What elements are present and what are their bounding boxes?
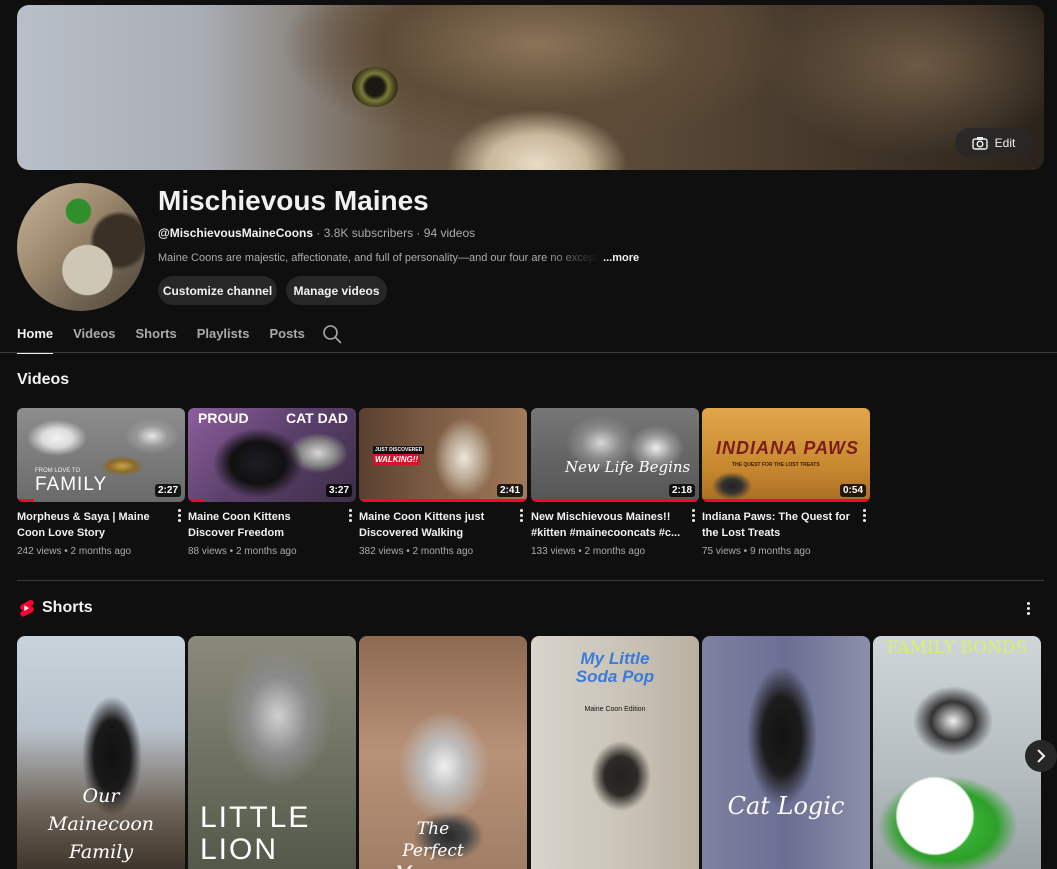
more-options-icon[interactable]: [346, 508, 354, 524]
video-title[interactable]: Indiana Paws: The Quest for the Lost Tre…: [702, 509, 852, 541]
video-title[interactable]: Morpheus & Saya | Maine Coon Love Story: [17, 509, 167, 541]
short-card[interactable]: The Perfect Massage: [359, 636, 527, 869]
search-icon[interactable]: [322, 324, 342, 344]
short-overlay-subtext: Maine Coon Edition: [584, 706, 646, 713]
channel-avatar[interactable]: [17, 183, 145, 311]
channel-stats: · 3.8K subscribers · 94 videos: [313, 226, 476, 240]
video-thumbnail[interactable]: PROUD CAT DAD 3:27: [188, 408, 356, 502]
short-card[interactable]: FAMILY BONDS: [873, 636, 1041, 869]
tab-posts[interactable]: Posts: [269, 318, 304, 352]
edit-banner-button[interactable]: Edit: [955, 128, 1032, 157]
watch-progress-bar: [17, 499, 34, 502]
short-overlay-text: My Little Soda Pop: [575, 649, 655, 686]
tab-playlists[interactable]: Playlists: [197, 318, 250, 352]
watch-progress-bar: [359, 499, 527, 502]
video-duration: 2:18: [668, 484, 695, 497]
shorts-next-button[interactable]: [1025, 740, 1057, 772]
more-options-icon[interactable]: [175, 508, 183, 524]
channel-name: Mischievous Maines: [158, 185, 429, 216]
watch-progress-bar: [702, 499, 870, 502]
video-thumbnail[interactable]: FROM LOVE TO FAMILY 2:27: [17, 408, 185, 502]
cat-eye-graphic: [352, 67, 398, 107]
video-duration: 2:27: [154, 484, 181, 497]
short-card[interactable]: LITTLE LION: [188, 636, 356, 869]
camera-icon: [971, 136, 988, 150]
tab-shorts[interactable]: Shorts: [136, 318, 177, 352]
thumb-overlay: WALKING!!: [373, 454, 421, 465]
video-meta: 242 views • 2 months ago: [17, 546, 132, 557]
video-duration: 2:41: [496, 484, 523, 497]
video-title[interactable]: New Mischievous Maines!! #kitten #mainec…: [531, 509, 681, 541]
short-card[interactable]: Our Mainecoon Family: [17, 636, 185, 869]
more-options-icon[interactable]: [689, 508, 697, 524]
watch-progress-bar: [531, 499, 699, 502]
watch-progress-bar: [188, 499, 205, 502]
shorts-section-title: Shorts: [42, 599, 93, 616]
video-duration: 3:27: [325, 484, 352, 497]
video-meta: 382 views • 2 months ago: [359, 546, 474, 557]
shorts-more-options-icon[interactable]: [1024, 601, 1032, 617]
tab-videos[interactable]: Videos: [73, 318, 115, 352]
thumb-overlay-2: THE QUEST FOR THE LOST TREATS: [732, 462, 820, 468]
video-thumbnail[interactable]: New Life Begins 2:18: [531, 408, 699, 502]
more-options-icon[interactable]: [860, 508, 868, 524]
channel-description[interactable]: Maine Coons are majestic, affectionate, …: [158, 252, 639, 264]
short-overlay-text: Our Mainecoon Family: [47, 785, 155, 863]
short-overlay-text: FAMILY BONDS: [886, 638, 1028, 658]
thumb-overlay: INDIANA PAWS: [716, 438, 860, 458]
thumb-overlay: New Life Begins: [565, 458, 691, 476]
manage-videos-button[interactable]: Manage videos: [286, 276, 387, 305]
tab-home[interactable]: Home: [17, 318, 54, 354]
more-options-icon[interactable]: [517, 508, 525, 524]
short-card[interactable]: My Little Soda Pop Maine Coon Edition: [531, 636, 699, 869]
thumb-overlay-small: JUST DISCOVERED: [373, 446, 425, 454]
section-divider: [17, 580, 1044, 581]
channel-meta: @MischievousMaineCoons · 3.8K subscriber…: [158, 226, 475, 240]
tabs-divider: [0, 352, 1057, 353]
channel-handle: @MischievousMaineCoons: [158, 226, 314, 240]
video-thumbnail[interactable]: INDIANA PAWS THE QUEST FOR THE LOST TREA…: [702, 408, 870, 502]
short-overlay-text: Cat Logic: [727, 792, 845, 820]
edit-label: Edit: [994, 135, 1016, 150]
channel-tabs: Home Videos Shorts Playlists Posts: [17, 318, 325, 354]
video-meta: 88 views • 2 months ago: [188, 546, 297, 557]
customize-channel-button[interactable]: Customize channel: [158, 276, 277, 305]
video-card[interactable]: JUST DISCOVERED WALKING!! 2:41 Maine Coo…: [359, 408, 527, 557]
video-title[interactable]: Maine Coon Kittens Discover Freedom #cat…: [188, 509, 338, 541]
video-card[interactable]: New Life Begins 2:18 New Mischievous Mai…: [531, 408, 699, 557]
thumb-overlay: FAMILY: [35, 474, 108, 495]
short-overlay-text: LITTLE LION: [200, 801, 311, 866]
more-link[interactable]: ...more: [603, 252, 639, 264]
chevron-right-icon: [1037, 749, 1046, 763]
video-meta: 133 views • 2 months ago: [531, 546, 646, 557]
video-card[interactable]: PROUD CAT DAD 3:27 Maine Coon Kittens Di…: [188, 408, 356, 557]
videos-section-title: Videos: [17, 371, 70, 388]
video-card[interactable]: INDIANA PAWS THE QUEST FOR THE LOST TREA…: [702, 408, 870, 557]
thumb-overlay: PROUD: [198, 410, 249, 426]
video-title[interactable]: Maine Coon Kittens just Discovered Walki…: [359, 509, 509, 541]
video-thumbnail[interactable]: JUST DISCOVERED WALKING!! 2:41: [359, 408, 527, 502]
video-card[interactable]: FROM LOVE TO FAMILY 2:27 Morpheus & Saya…: [17, 408, 185, 557]
short-card[interactable]: Cat Logic: [702, 636, 870, 869]
video-meta: 75 views • 9 months ago: [702, 546, 811, 557]
video-duration: 0:54: [839, 484, 866, 497]
short-overlay-text: The Perfect Massage: [395, 819, 471, 869]
channel-banner: Edit: [17, 5, 1044, 170]
shorts-logo-icon: [20, 599, 34, 617]
description-text: Maine Coons are majestic, affectionate, …: [158, 252, 600, 264]
thumb-overlay-2: CAT DAD: [286, 410, 348, 426]
